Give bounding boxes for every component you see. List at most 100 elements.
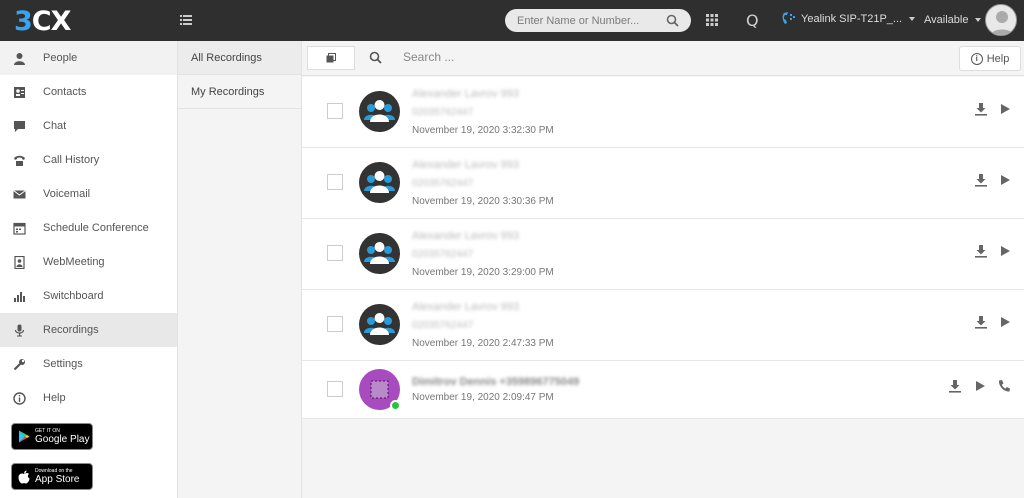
chevron-down-icon <box>975 18 982 22</box>
sidebar-item-voicemail[interactable]: Voicemail <box>0 177 177 211</box>
download-icon[interactable] <box>974 315 988 329</box>
sidebar-item-webmeeting[interactable]: WebMeeting <box>0 245 177 279</box>
recordings-subnav: All Recordings My Recordings <box>178 41 302 498</box>
select-all-button[interactable] <box>307 46 355 70</box>
envelope-icon <box>12 187 26 201</box>
recording-row[interactable]: Alexander Lavrov 993 02035762447 Novembe… <box>302 77 1024 148</box>
recordings-search-input[interactable] <box>403 50 803 64</box>
sidebar-item-label: Contacts <box>43 86 87 98</box>
conference-avatar <box>359 162 400 203</box>
recordings-list: Alexander Lavrov 993 02035762447 Novembe… <box>302 77 1024 419</box>
top-bar: 3CX Q Yealink SIP-T21P_... Available <box>0 0 1024 41</box>
dial-search-box[interactable] <box>505 9 691 32</box>
phone-icon <box>12 153 26 167</box>
play-icon[interactable] <box>973 379 987 393</box>
apple-icon <box>18 470 30 484</box>
sidebar-item-label: Switchboard <box>43 290 104 302</box>
contact-number: 02035762447 <box>412 178 474 189</box>
row-checkbox[interactable] <box>327 103 343 119</box>
chat-icon <box>12 119 26 133</box>
contact-number: 02035762447 <box>412 107 474 118</box>
help-button-label: Help <box>986 52 1010 65</box>
search-icon[interactable] <box>666 14 679 27</box>
user-avatar[interactable] <box>985 4 1017 36</box>
status-label: Available <box>924 14 969 26</box>
queue-icon[interactable]: Q <box>746 11 759 30</box>
contacts-icon <box>12 85 26 99</box>
info-icon: i <box>970 52 983 65</box>
webmeeting-icon <box>12 255 26 269</box>
recording-date: November 19, 2020 3:32:30 PM <box>412 125 554 136</box>
conference-avatar <box>359 304 400 345</box>
sidebar-item-label: Recordings <box>43 324 99 336</box>
app-store-badge[interactable]: Download on the App Store <box>11 463 93 490</box>
download-icon[interactable] <box>974 244 988 258</box>
search-icon <box>369 51 382 64</box>
sidebar-item-call-history[interactable]: Call History <box>0 143 177 177</box>
google-play-icon <box>19 430 30 443</box>
dial-search-input[interactable] <box>517 14 662 27</box>
logo-cx-text: CX <box>31 5 72 37</box>
recording-row[interactable]: Dimitrov Dennis +359896775049 November 1… <box>302 361 1024 419</box>
row-checkbox[interactable] <box>327 381 343 397</box>
sidebar-item-label: Call History <box>43 154 100 166</box>
online-status-dot <box>390 400 401 411</box>
subnav-my-recordings[interactable]: My Recordings <box>178 75 301 109</box>
bar-chart-icon <box>12 289 26 303</box>
status-selector[interactable]: Available <box>924 14 982 26</box>
contact-number: 02035762447 <box>412 249 474 260</box>
user-silhouette-icon <box>990 11 1014 35</box>
sidebar-item-switchboard[interactable]: Switchboard <box>0 279 177 313</box>
sidebar-item-chat[interactable]: Chat <box>0 109 177 143</box>
user-avatar <box>359 369 401 411</box>
row-checkbox[interactable] <box>327 316 343 332</box>
desk-phone-icon <box>782 12 795 24</box>
help-button[interactable]: i Help <box>959 46 1021 71</box>
contact-name: Alexander Lavrov 993 <box>412 301 520 313</box>
sidebar-item-help[interactable]: Help <box>0 381 177 415</box>
phone-call-icon[interactable] <box>997 379 1011 393</box>
phone-device-selector[interactable]: Yealink SIP-T21P_... <box>781 11 916 27</box>
sidebar-item-label: Schedule Conference <box>43 222 149 234</box>
recording-date: November 19, 2020 2:09:47 PM <box>412 392 554 403</box>
play-icon[interactable] <box>998 173 1012 187</box>
sidebar-item-label: Settings <box>43 358 83 370</box>
contact-name: Dimitrov Dennis +359896775049 <box>412 376 580 388</box>
recording-row[interactable]: Alexander Lavrov 993 02035762447 Novembe… <box>302 148 1024 219</box>
recording-row[interactable]: Alexander Lavrov 993 02035762447 Novembe… <box>302 290 1024 361</box>
conference-avatar <box>359 233 400 274</box>
play-icon[interactable] <box>998 102 1012 116</box>
subnav-all-recordings[interactable]: All Recordings <box>178 41 301 75</box>
phone-device-label: Yealink SIP-T21P_... <box>801 13 903 25</box>
3cx-logo[interactable]: 3 CX <box>14 5 72 37</box>
play-icon[interactable] <box>998 315 1012 329</box>
sidebar-item-schedule-conference[interactable]: Schedule Conference <box>0 211 177 245</box>
sidebar-item-label: Chat <box>43 120 67 132</box>
calendar-icon <box>12 221 26 235</box>
info-icon <box>12 391 26 405</box>
google-play-big-text: Google Play <box>35 434 90 445</box>
download-icon[interactable] <box>974 173 988 187</box>
sidebar-item-label: People <box>43 52 78 64</box>
sidebar-item-people[interactable]: People <box>0 41 177 75</box>
sidebar-item-settings[interactable]: Settings <box>0 347 177 381</box>
wrench-icon <box>12 357 26 371</box>
google-play-badge[interactable]: GET IT ON Google Play <box>11 423 93 450</box>
download-icon[interactable] <box>974 102 988 116</box>
menu-toggle-icon[interactable] <box>180 14 192 26</box>
conference-avatar <box>359 91 400 132</box>
row-checkbox[interactable] <box>327 174 343 190</box>
row-checkbox[interactable] <box>327 245 343 261</box>
contact-number: 02035762447 <box>412 320 474 331</box>
group-icon <box>364 313 395 335</box>
group-icon <box>364 242 395 264</box>
recordings-toolbar: i Help <box>302 41 1024 76</box>
group-icon <box>364 100 395 122</box>
download-icon[interactable] <box>948 379 962 393</box>
dialpad-icon[interactable] <box>706 14 718 26</box>
play-icon[interactable] <box>998 244 1012 258</box>
sidebar-item-recordings[interactable]: Recordings <box>0 313 177 347</box>
recording-date: November 19, 2020 2:47:33 PM <box>412 338 554 349</box>
recording-row[interactable]: Alexander Lavrov 993 02035762447 Novembe… <box>302 219 1024 290</box>
sidebar-item-contacts[interactable]: Contacts <box>0 75 177 109</box>
